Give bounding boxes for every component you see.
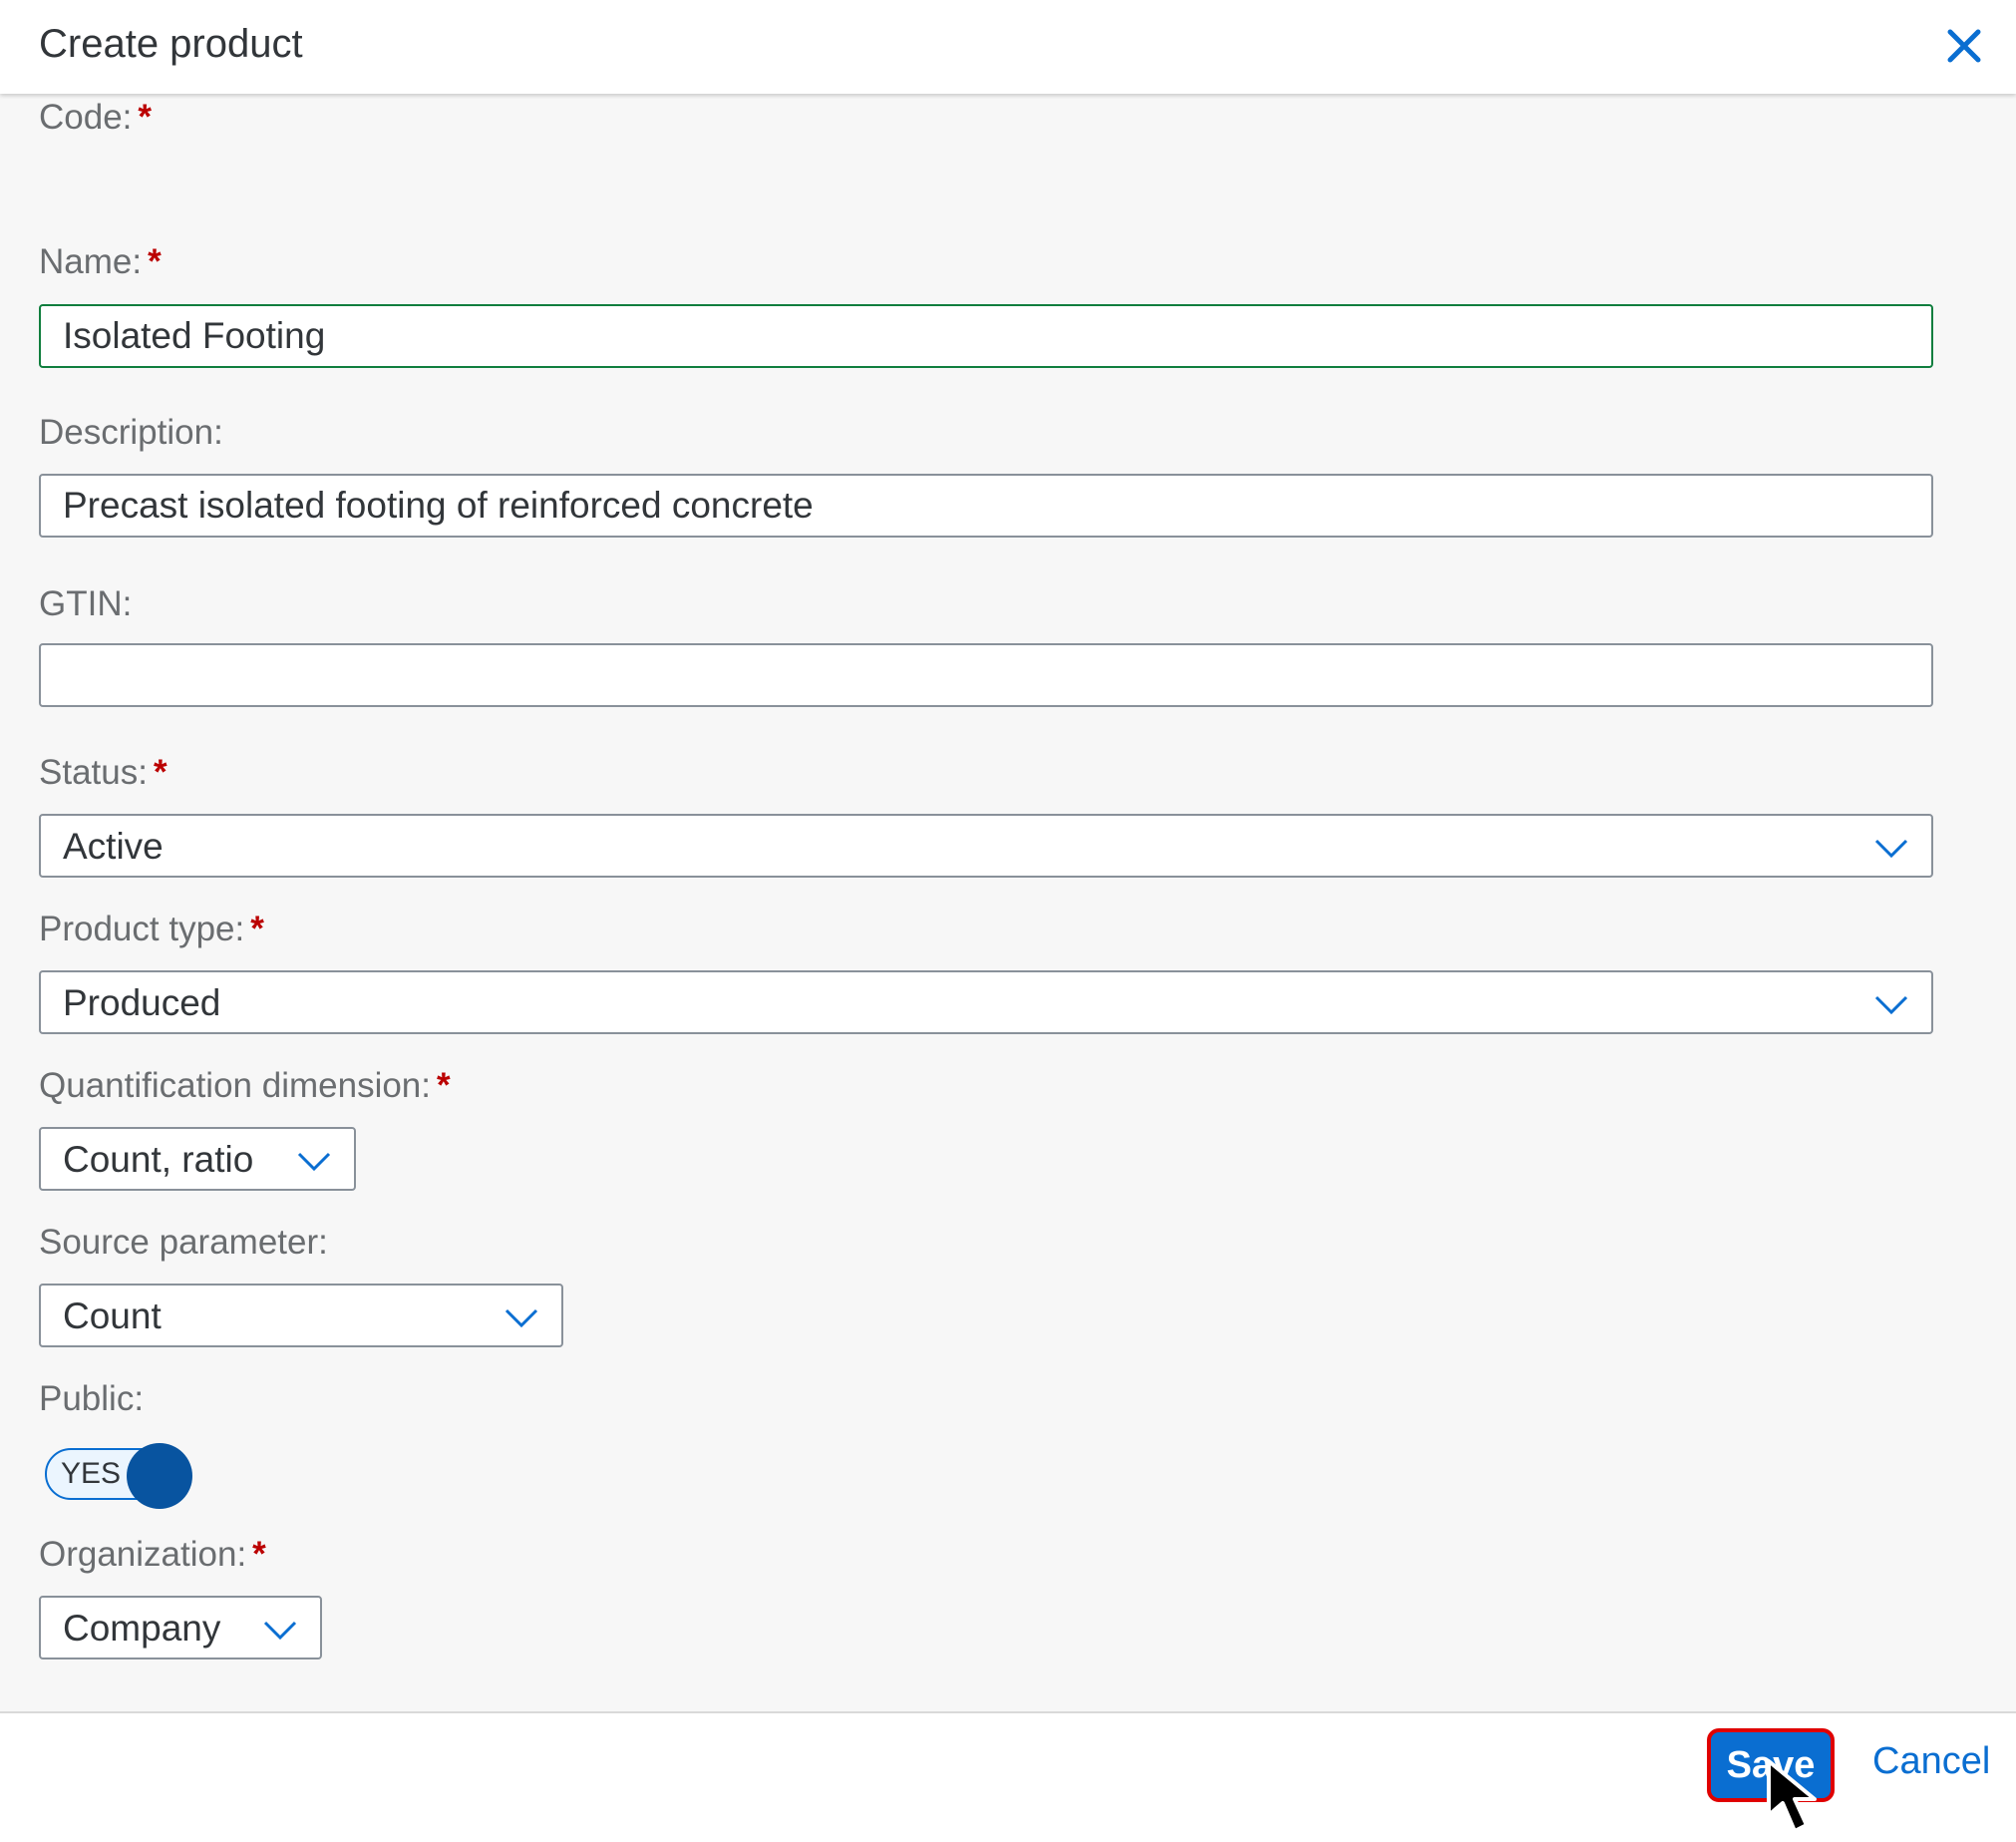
chevron-down-icon [297,1152,331,1172]
source-parameter-value: Count [63,1295,162,1336]
close-icon [1947,29,1981,63]
dialog-header: Create product [0,0,2016,94]
toggle-knob [127,1443,192,1509]
name-label: Name: * [39,242,162,281]
dialog-title: Create product [39,22,303,66]
quantification-dimension-select[interactable]: Count, ratio [39,1127,356,1191]
required-mark: * [437,1066,451,1105]
chevron-down-icon [1874,839,1908,859]
required-mark: * [138,98,153,137]
description-label: Description: [39,413,223,452]
public-label: Public: [39,1379,145,1418]
required-mark: * [153,753,168,792]
organization-label: Organization: * [39,1535,266,1574]
product-type-label: Product type: * [39,910,264,948]
product-type-select[interactable]: Produced [39,970,1933,1034]
organization-select[interactable]: Company [39,1596,322,1659]
description-input[interactable] [39,474,1933,538]
toggle-state-text: YES [61,1457,122,1490]
code-label: Code: * [39,98,153,137]
chevron-down-icon [1874,995,1908,1015]
source-parameter-select[interactable]: Count [39,1284,563,1347]
status-select[interactable]: Active [39,814,1933,878]
required-mark: * [148,242,162,281]
quantification-dimension-value: Count, ratio [63,1139,254,1180]
status-label: Status: * [39,753,168,792]
organization-value: Company [63,1608,221,1649]
name-input[interactable] [39,304,1933,368]
required-mark: * [250,910,264,948]
status-value: Active [63,826,164,867]
quantification-dimension-label: Quantification dimension: * [39,1066,451,1105]
close-button[interactable] [1942,24,1986,68]
source-parameter-label: Source parameter: [39,1223,328,1262]
public-toggle[interactable]: YES [45,1443,194,1509]
required-mark: * [252,1535,266,1574]
mouse-pointer-icon [1767,1759,1817,1833]
chevron-down-icon [504,1308,538,1328]
chevron-down-icon [263,1621,297,1641]
cancel-button[interactable]: Cancel [1872,1740,1990,1783]
gtin-input[interactable] [39,643,1933,707]
gtin-label: GTIN: [39,584,133,623]
product-type-value: Produced [63,982,221,1023]
